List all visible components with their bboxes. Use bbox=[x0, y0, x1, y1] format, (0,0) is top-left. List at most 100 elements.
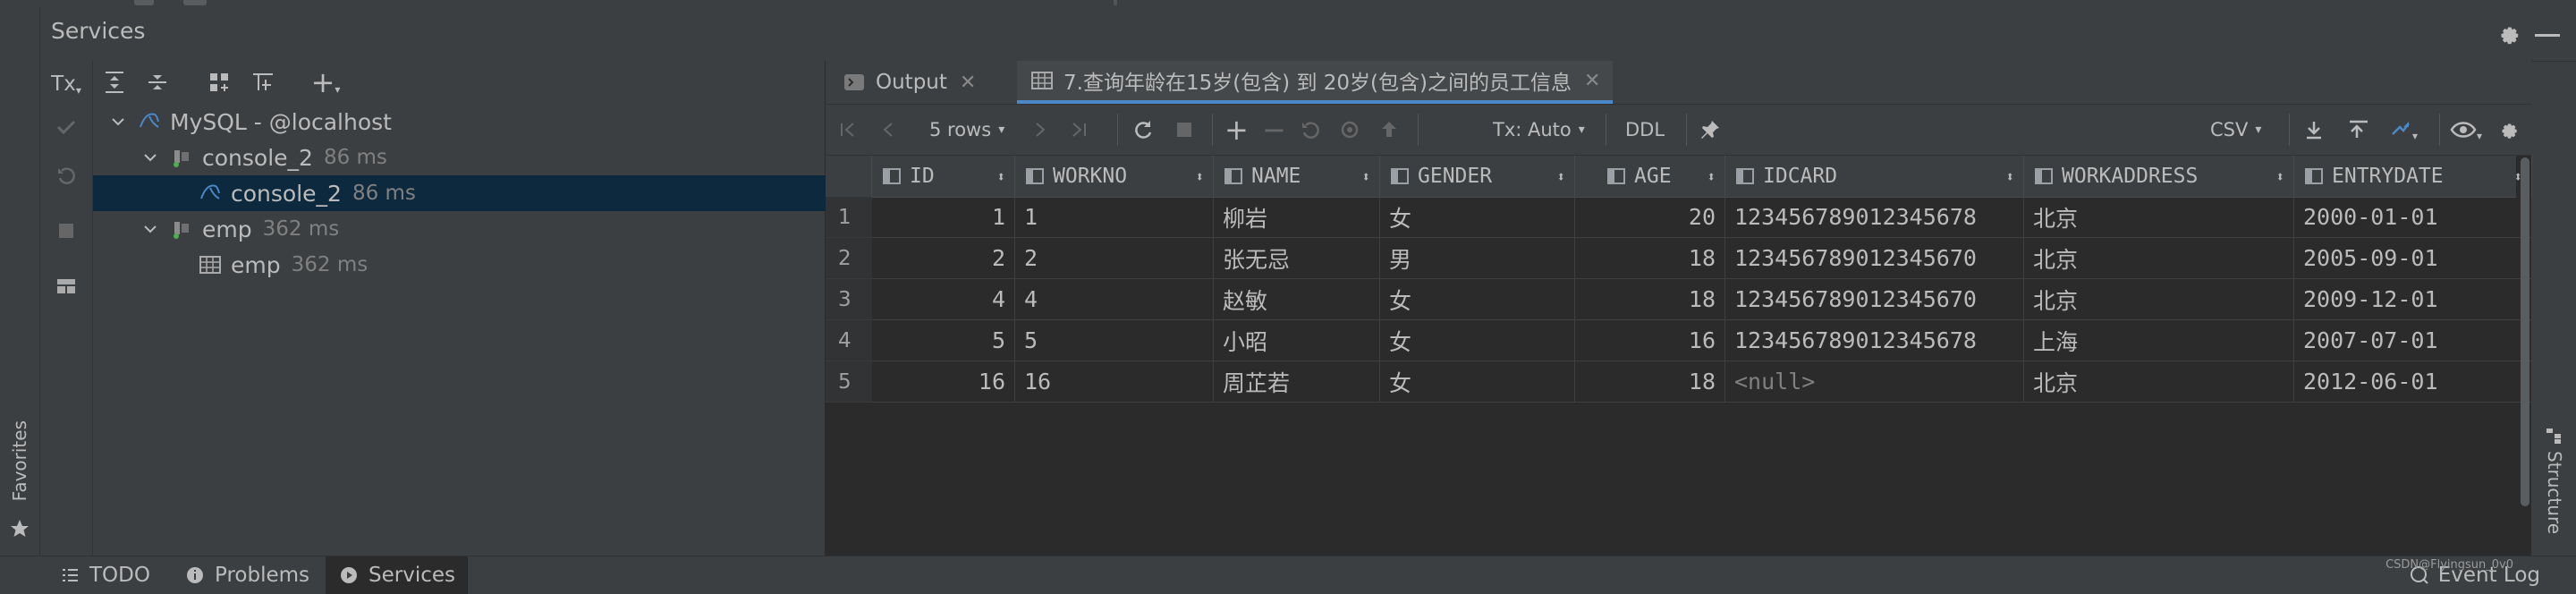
download-icon[interactable] bbox=[2303, 114, 2325, 146]
view-options-icon[interactable]: ▾ bbox=[2450, 114, 2482, 146]
expand-all-icon[interactable] bbox=[98, 66, 131, 98]
cell-workaddress[interactable]: 北京 bbox=[2024, 361, 2294, 403]
cell-workno[interactable]: 16 bbox=[1015, 361, 1214, 403]
cell-workaddress[interactable]: 上海 bbox=[2024, 320, 2294, 361]
table-row[interactable]: 3 4 4 赵敏 女 18 123456789012345670 北京 2009… bbox=[826, 279, 2532, 320]
cell-id[interactable]: 2 bbox=[872, 238, 1015, 279]
sort-icon[interactable]: ⬍ bbox=[2005, 168, 2014, 185]
chevron-down-icon[interactable] bbox=[107, 111, 129, 132]
row-number[interactable]: 1 bbox=[826, 197, 872, 238]
cell-name[interactable]: 小昭 bbox=[1214, 320, 1380, 361]
problems-tool-button[interactable]: Problems bbox=[172, 556, 322, 594]
cell-age[interactable]: 16 bbox=[1575, 320, 1725, 361]
sort-icon[interactable]: ⬍ bbox=[1556, 168, 1565, 185]
tx-mode-dropdown[interactable]: Tx: Auto ▾ bbox=[1493, 114, 1585, 146]
group-by-icon[interactable] bbox=[204, 66, 236, 98]
row-number[interactable]: 4 bbox=[826, 320, 872, 361]
cell-workno[interactable]: 5 bbox=[1015, 320, 1214, 361]
favorites-tool-button[interactable]: Favorites bbox=[9, 420, 30, 501]
tree-item-console-query[interactable]: console_2 86 ms bbox=[93, 175, 928, 211]
sort-icon[interactable]: ⬍ bbox=[2275, 168, 2284, 185]
cell-entrydate[interactable]: 2009-12-01 bbox=[2294, 279, 2532, 320]
rows-count-dropdown[interactable]: 5 rows ▾ bbox=[929, 114, 1004, 146]
compare-icon[interactable]: ▾ bbox=[2389, 114, 2418, 146]
tab-query-result[interactable]: 7.查询年龄在15岁(包含) 到 20岁(包含)之间的员工信息 ✕ bbox=[1017, 61, 1614, 104]
add-service-icon[interactable]: + ▾ bbox=[309, 65, 342, 99]
table-row[interactable]: 1 1 1 柳岩 女 20 123456789012345678 北京 2000… bbox=[826, 197, 2532, 238]
cell-workaddress[interactable]: 北京 bbox=[2024, 238, 2294, 279]
row-number[interactable]: 2 bbox=[826, 238, 872, 279]
cell-age[interactable]: 20 bbox=[1575, 197, 1725, 238]
todo-tool-button[interactable]: TODO bbox=[47, 556, 163, 594]
table-row[interactable]: 5 16 16 周芷若 女 18 <null> 北京 2012-06-01 bbox=[826, 361, 2532, 403]
submit-icon[interactable] bbox=[1378, 114, 1400, 146]
filter-icon[interactable] bbox=[247, 66, 279, 98]
last-page-icon[interactable] bbox=[1069, 114, 1089, 146]
cell-gender[interactable]: 女 bbox=[1380, 320, 1575, 361]
row-number[interactable]: 5 bbox=[826, 361, 872, 403]
stop-query-icon[interactable] bbox=[1174, 114, 1194, 146]
chevron-down-icon[interactable] bbox=[140, 147, 161, 168]
row-number[interactable]: 3 bbox=[826, 279, 872, 320]
cell-age[interactable]: 18 bbox=[1575, 279, 1725, 320]
gear-icon[interactable] bbox=[2496, 114, 2520, 146]
collapse-all-icon[interactable] bbox=[141, 66, 174, 98]
next-page-icon[interactable] bbox=[1030, 114, 1049, 146]
cell-idcard[interactable]: <null> bbox=[1725, 361, 2024, 403]
sort-icon[interactable]: ⬍ bbox=[996, 168, 1005, 185]
column-header-gender[interactable]: GENDER ⬍ bbox=[1380, 156, 1575, 197]
cell-id[interactable]: 1 bbox=[872, 197, 1015, 238]
grid-scrollbar[interactable] bbox=[2519, 156, 2531, 513]
cell-workno[interactable]: 2 bbox=[1015, 238, 1214, 279]
column-header-idcard[interactable]: IDCARD ⬍ bbox=[1725, 156, 2024, 197]
cell-idcard[interactable]: 123456789012345678 bbox=[1725, 197, 2024, 238]
tree-item-emp-session[interactable]: emp 362 ms bbox=[93, 211, 871, 247]
cell-gender[interactable]: 女 bbox=[1380, 279, 1575, 320]
cell-workaddress[interactable]: 北京 bbox=[2024, 279, 2294, 320]
cell-workaddress[interactable]: 北京 bbox=[2024, 197, 2294, 238]
tree-item-emp-table[interactable]: emp 362 ms bbox=[93, 247, 928, 283]
structure-tool-button[interactable]: Structure bbox=[2544, 451, 2565, 534]
ddl-button[interactable]: DDL bbox=[1625, 114, 1665, 146]
cell-id[interactable]: 16 bbox=[872, 361, 1015, 403]
layout-icon[interactable] bbox=[48, 268, 84, 304]
cell-name[interactable]: 周芷若 bbox=[1214, 361, 1380, 403]
tx-mode-button[interactable]: Tx ▾ bbox=[48, 66, 84, 102]
sort-icon[interactable]: ⬍ bbox=[1195, 168, 1204, 185]
cell-name[interactable]: 张无忌 bbox=[1214, 238, 1380, 279]
cell-age[interactable]: 18 bbox=[1575, 238, 1725, 279]
cell-gender[interactable]: 女 bbox=[1380, 361, 1575, 403]
chevron-down-icon[interactable] bbox=[140, 218, 161, 240]
export-format-dropdown[interactable]: CSV ▾ bbox=[2210, 114, 2261, 146]
scrollbar-thumb[interactable] bbox=[2521, 157, 2529, 506]
cell-age[interactable]: 18 bbox=[1575, 361, 1725, 403]
cell-idcard[interactable]: 123456789012345670 bbox=[1725, 279, 2024, 320]
tab-output[interactable]: Output ✕ bbox=[829, 61, 988, 104]
first-page-icon[interactable] bbox=[838, 114, 858, 146]
cell-name[interactable]: 柳岩 bbox=[1214, 197, 1380, 238]
column-header-name[interactable]: NAME ⬍ bbox=[1214, 156, 1380, 197]
table-row[interactable]: 4 5 5 小昭 女 16 123456789012345678 上海 2007… bbox=[826, 320, 2532, 361]
check-icon[interactable] bbox=[48, 109, 84, 145]
cell-workno[interactable]: 4 bbox=[1015, 279, 1214, 320]
table-row[interactable]: 2 2 2 张无忌 男 18 123456789012345670 北京 200… bbox=[826, 238, 2532, 279]
tree-item-console-session[interactable]: console_2 86 ms bbox=[93, 140, 871, 175]
column-header-age[interactable]: AGE ⬍ bbox=[1575, 156, 1725, 197]
cell-idcard[interactable]: 123456789012345670 bbox=[1725, 238, 2024, 279]
cell-gender[interactable]: 女 bbox=[1380, 197, 1575, 238]
column-header-workaddress[interactable]: WORKADDRESS ⬍ bbox=[2024, 156, 2294, 197]
cell-id[interactable]: 4 bbox=[872, 279, 1015, 320]
column-header-id[interactable]: ID ⬍ bbox=[872, 156, 1015, 197]
cell-name[interactable]: 赵敏 bbox=[1214, 279, 1380, 320]
services-tool-button[interactable]: Services bbox=[326, 556, 468, 594]
cell-gender[interactable]: 男 bbox=[1380, 238, 1575, 279]
sort-icon[interactable]: ⬍ bbox=[1707, 168, 1716, 185]
column-header-entrydate[interactable]: ENTRYDATE ⬍ bbox=[2294, 156, 2532, 197]
cell-entrydate[interactable]: 2007-07-01 bbox=[2294, 320, 2532, 361]
preview-changes-icon[interactable] bbox=[1339, 114, 1360, 146]
delete-row-icon[interactable]: − bbox=[1262, 113, 1286, 147]
pin-tab-icon[interactable] bbox=[1699, 114, 1722, 146]
cell-entrydate[interactable]: 2005-09-01 bbox=[2294, 238, 2532, 279]
star-icon[interactable] bbox=[8, 517, 31, 540]
previous-page-icon[interactable] bbox=[879, 114, 899, 146]
